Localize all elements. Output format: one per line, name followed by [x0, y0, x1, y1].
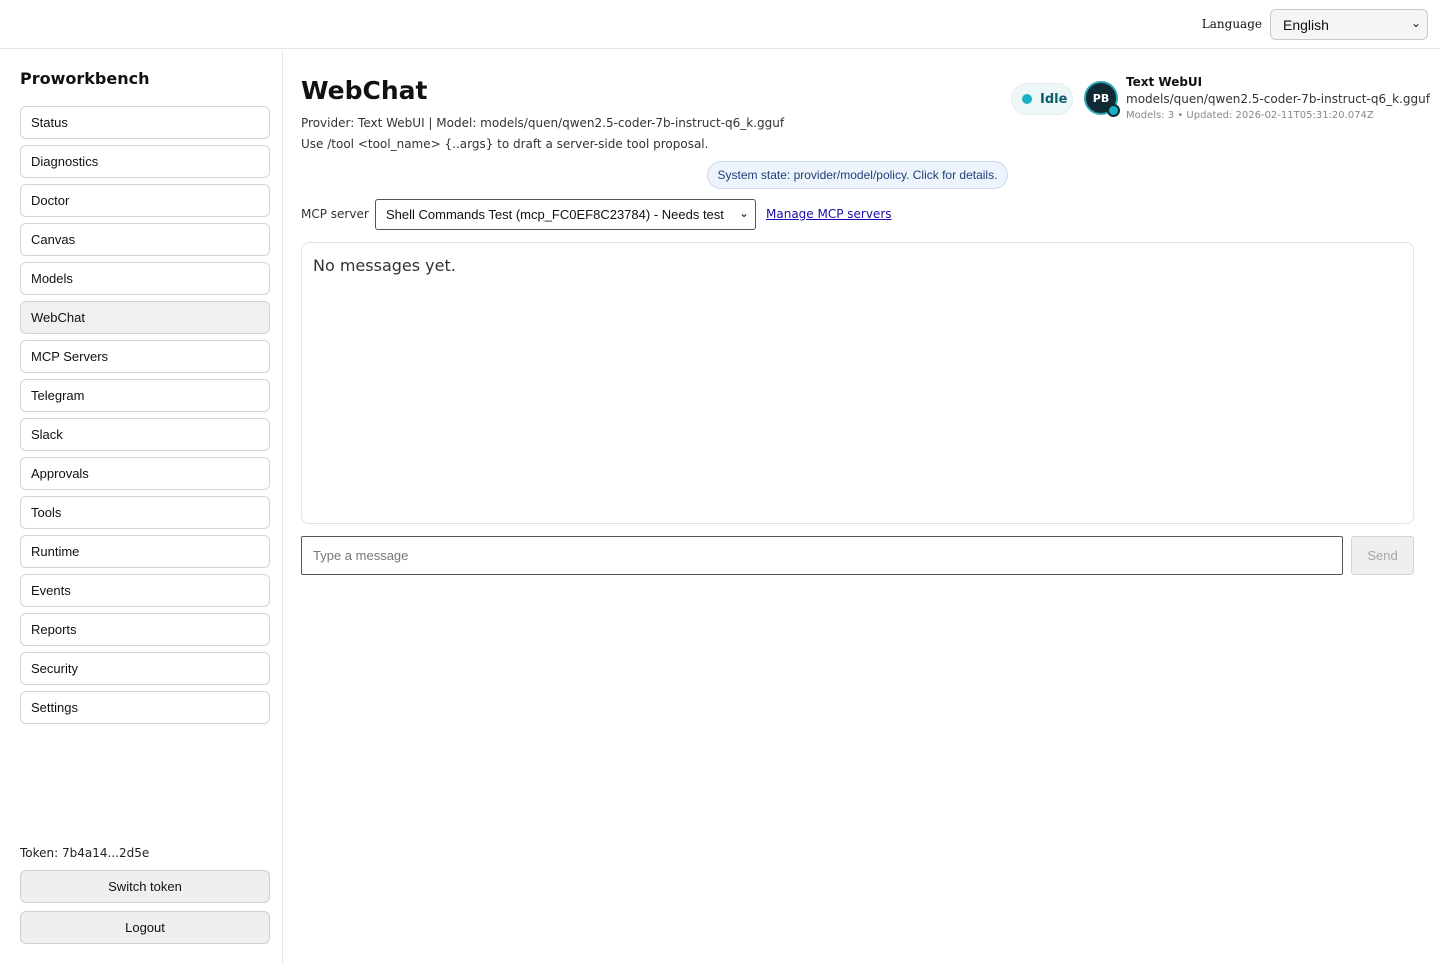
mcp-server-select[interactable]: Shell Commands Test (mcp_FC0EF8C23784) -…	[375, 199, 756, 230]
language-select-value: English	[1283, 16, 1329, 33]
tool-hint-line: Use /tool <tool_name> {..args} to draft …	[301, 137, 709, 151]
switch-token-button[interactable]: Switch token	[20, 870, 270, 903]
language-select[interactable]: English ⌄	[1270, 9, 1428, 40]
sidebar-item-reports[interactable]: Reports	[20, 613, 270, 646]
sidebar-item-label: MCP Servers	[31, 349, 109, 364]
online-status-icon	[1107, 104, 1120, 117]
sidebar-item-label: Reports	[31, 622, 77, 637]
provider-model-line: Provider: Text WebUI | Model: models/que…	[301, 116, 785, 130]
send-button[interactable]: Send	[1351, 536, 1414, 575]
sidebar-item-doctor[interactable]: Doctor	[20, 184, 270, 217]
sidebar-item-label: Approvals	[31, 466, 89, 481]
sidebar-item-diagnostics[interactable]: Diagnostics	[20, 145, 270, 178]
sidebar-item-runtime[interactable]: Runtime	[20, 535, 270, 568]
avatar: PB	[1084, 81, 1120, 117]
sidebar-item-label: Diagnostics	[31, 154, 99, 169]
avatar-initials: PB	[1092, 91, 1110, 105]
sidebar-item-mcp-servers[interactable]: MCP Servers	[20, 340, 270, 373]
manage-mcp-servers-link[interactable]: Manage MCP servers	[766, 207, 892, 221]
sidebar-item-models[interactable]: Models	[20, 262, 270, 295]
sidebar-item-events[interactable]: Events	[20, 574, 270, 607]
main-panel: WebChat Provider: Text WebUI | Model: mo…	[301, 50, 1430, 964]
top-bar: Language English ⌄	[0, 0, 1440, 49]
status-badge: Idle	[1011, 83, 1073, 115]
system-state-button[interactable]: System state: provider/model/policy. Cli…	[707, 161, 1008, 189]
sidebar-item-canvas[interactable]: Canvas	[20, 223, 270, 256]
sidebar-item-label: Slack	[31, 427, 63, 442]
token-display: Token: 7b4a14...2d5e	[20, 846, 150, 860]
logout-button[interactable]: Logout	[20, 911, 270, 944]
sidebar-item-settings[interactable]: Settings	[20, 691, 270, 724]
mcp-server-select-value: Shell Commands Test (mcp_FC0EF8C23784) -…	[386, 207, 724, 222]
sidebar-item-slack[interactable]: Slack	[20, 418, 270, 451]
status-label: Idle	[1040, 91, 1068, 107]
sidebar-item-label: Status	[31, 115, 68, 130]
brand-title: Proworkbench	[20, 69, 150, 88]
sidebar-item-label: Events	[31, 583, 71, 598]
sidebar-item-label: Security	[31, 661, 78, 676]
provider-name: Text WebUI	[1126, 75, 1203, 89]
language-label: Language	[1201, 17, 1262, 31]
sidebar-item-label: WebChat	[31, 310, 85, 325]
sidebar-item-security[interactable]: Security	[20, 652, 270, 685]
chevron-down-icon: ⌄	[1410, 16, 1421, 30]
sidebar-item-telegram[interactable]: Telegram	[20, 379, 270, 412]
page-title: WebChat	[301, 76, 428, 105]
sidebar-item-approvals[interactable]: Approvals	[20, 457, 270, 490]
sidebar-item-webchat[interactable]: WebChat	[20, 301, 270, 334]
sidebar: Proworkbench Status Diagnostics Doctor C…	[0, 50, 283, 964]
sidebar-item-label: Tools	[31, 505, 62, 520]
chat-messages-area: No messages yet.	[301, 242, 1414, 524]
mcp-server-label: MCP server	[301, 207, 369, 221]
provider-model: models/quen/qwen2.5-coder-7b-instruct-q6…	[1126, 92, 1430, 106]
chevron-down-icon: ⌄	[738, 206, 749, 220]
empty-messages-text: No messages yet.	[313, 256, 456, 275]
sidebar-item-label: Runtime	[31, 544, 80, 559]
sidebar-nav: Status Diagnostics Doctor Canvas Models …	[20, 106, 270, 730]
message-input[interactable]	[301, 536, 1343, 575]
sidebar-item-label: Canvas	[31, 232, 76, 247]
sidebar-item-label: Models	[31, 271, 73, 286]
sidebar-item-tools[interactable]: Tools	[20, 496, 270, 529]
status-dot-icon	[1022, 94, 1032, 104]
sidebar-item-status[interactable]: Status	[20, 106, 270, 139]
sidebar-item-label: Settings	[31, 700, 78, 715]
sidebar-item-label: Doctor	[31, 193, 70, 208]
provider-meta: Models: 3 • Updated: 2026-02-11T05:31:20…	[1126, 110, 1374, 121]
sidebar-item-label: Telegram	[31, 388, 85, 403]
